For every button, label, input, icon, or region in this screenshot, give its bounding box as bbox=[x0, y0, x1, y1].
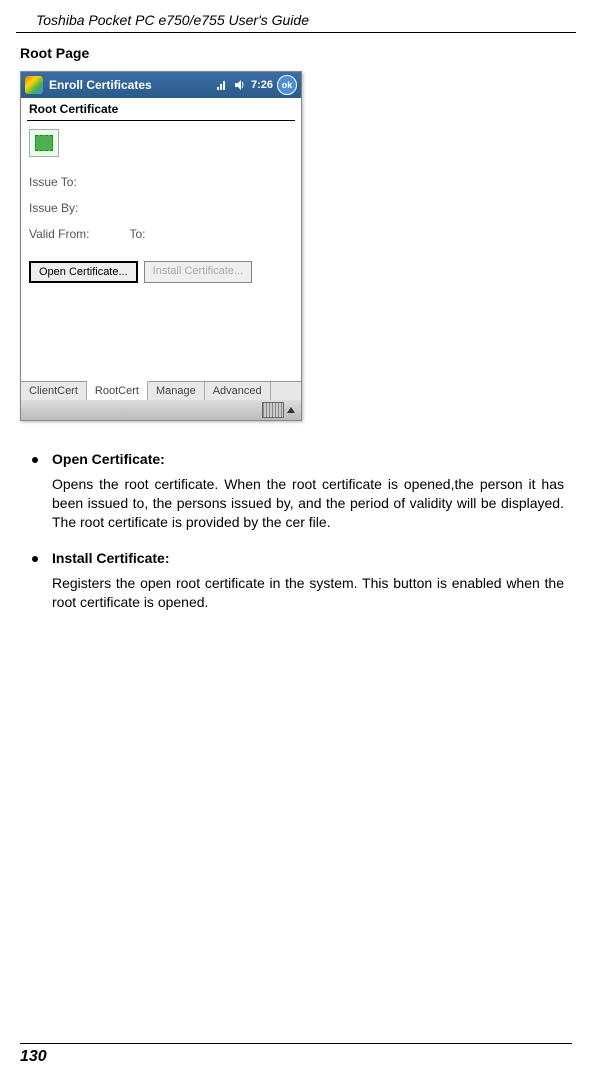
bullet-title: Install Certificate: bbox=[52, 550, 169, 566]
valid-from-row: Valid From: To: bbox=[29, 227, 293, 241]
status-icons: 7:26 bbox=[215, 78, 273, 92]
bottom-bar bbox=[21, 400, 301, 420]
keyboard-icon[interactable] bbox=[262, 402, 284, 418]
to-label: To: bbox=[129, 227, 145, 241]
bullet-item-open-cert: Open Certificate: bbox=[28, 451, 564, 467]
ok-button[interactable]: ok bbox=[277, 75, 297, 95]
install-certificate-button: Install Certificate... bbox=[144, 261, 252, 283]
buttons-row: Open Certificate... Install Certificate.… bbox=[29, 261, 293, 283]
section-title: Root Page bbox=[20, 45, 592, 61]
issue-by-row: Issue By: bbox=[29, 201, 293, 215]
bullet-title: Open Certificate: bbox=[52, 451, 165, 467]
tab-rootcert[interactable]: RootCert bbox=[87, 381, 148, 400]
page-number: 130 bbox=[20, 1043, 572, 1066]
issue-by-label: Issue By: bbox=[29, 201, 78, 215]
tab-clientcert[interactable]: ClientCert bbox=[21, 382, 87, 400]
speaker-icon bbox=[233, 78, 247, 92]
pocketpc-screenshot: Enroll Certificates 7:26 ok Root Certifi… bbox=[20, 71, 302, 421]
bullet-dot-icon bbox=[32, 556, 38, 562]
content-area: Issue To: Issue By: Valid From: To: Open… bbox=[21, 121, 301, 381]
issue-to-label: Issue To: bbox=[29, 175, 77, 189]
bullet-desc: Registers the open root certificate in t… bbox=[52, 574, 564, 612]
page-title: Root Certificate bbox=[21, 98, 301, 120]
bullet-item-install-cert: Install Certificate: bbox=[28, 550, 564, 566]
bullet-desc: Opens the root certificate. When the roo… bbox=[52, 475, 564, 532]
arrow-up-icon[interactable] bbox=[287, 407, 295, 413]
valid-from-label: Valid From: bbox=[29, 227, 89, 241]
titlebar-time: 7:26 bbox=[251, 79, 273, 91]
signal-icon bbox=[215, 78, 229, 92]
tab-advanced[interactable]: Advanced bbox=[205, 382, 271, 400]
windows-logo-icon bbox=[25, 76, 43, 94]
open-certificate-button[interactable]: Open Certificate... bbox=[29, 261, 138, 283]
tab-manage[interactable]: Manage bbox=[148, 382, 205, 400]
issue-to-row: Issue To: bbox=[29, 175, 293, 189]
page-header: Toshiba Pocket PC e750/e755 User's Guide bbox=[16, 0, 576, 33]
tab-row: ClientCert RootCert Manage Advanced bbox=[21, 381, 301, 400]
titlebar-title: Enroll Certificates bbox=[49, 78, 215, 92]
certificate-icon bbox=[29, 129, 59, 157]
body-text: Open Certificate: Opens the root certifi… bbox=[28, 451, 564, 611]
titlebar: Enroll Certificates 7:26 ok bbox=[21, 72, 301, 98]
bullet-dot-icon bbox=[32, 457, 38, 463]
